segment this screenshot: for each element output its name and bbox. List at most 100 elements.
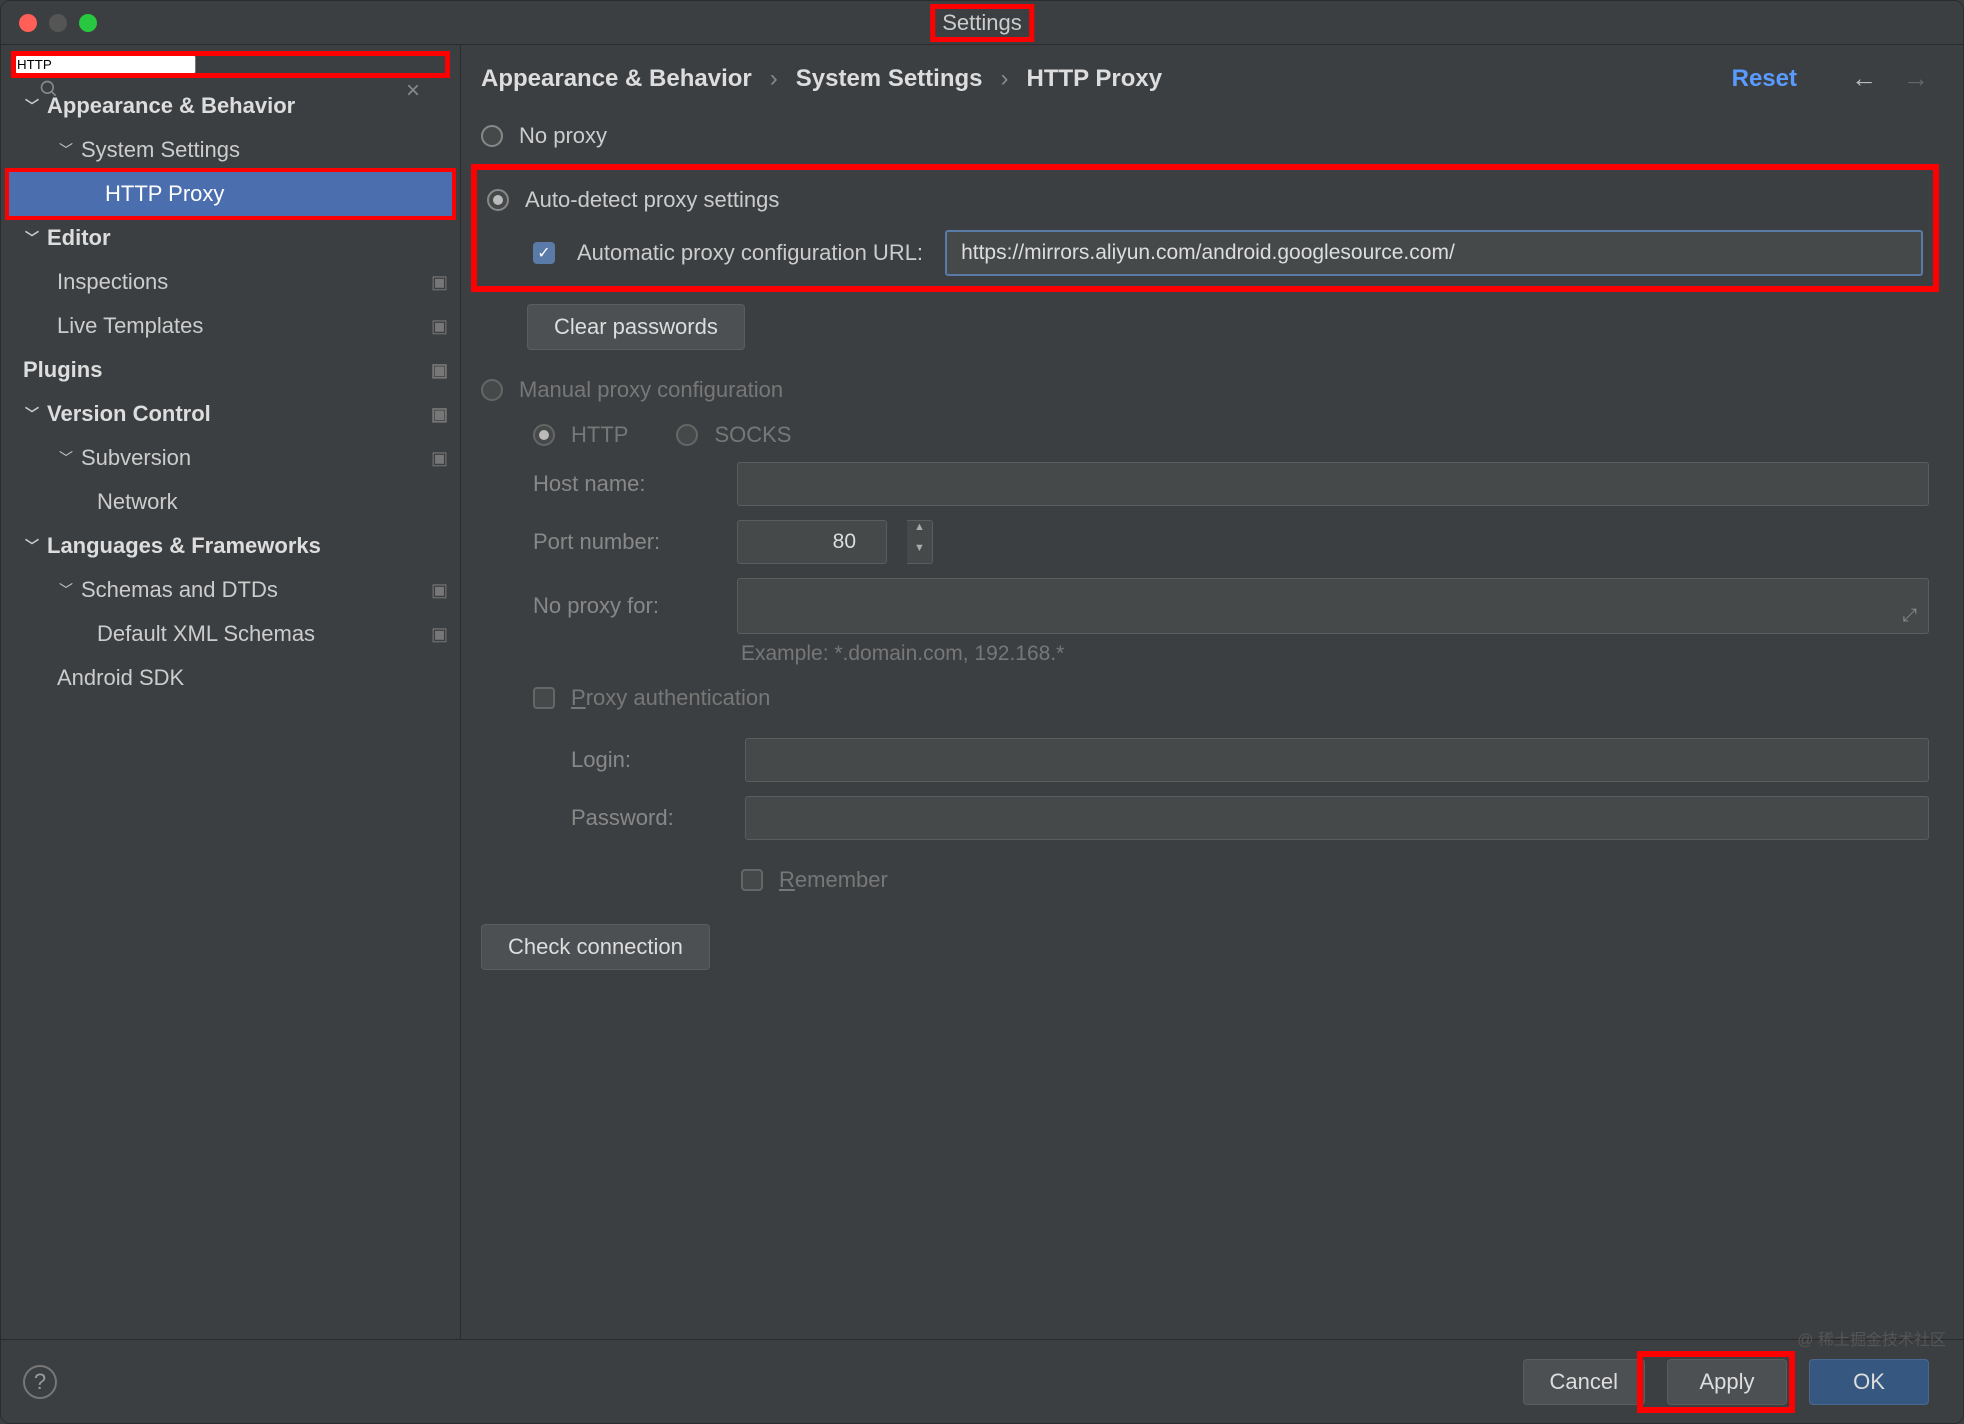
help-icon[interactable]: ? (23, 1365, 57, 1399)
sidebar-item-label: Android SDK (57, 665, 184, 691)
sidebar-item-label: Appearance & Behavior (47, 93, 295, 119)
sidebar-item-system-settings[interactable]: ﹀ System Settings (1, 128, 460, 172)
chevron-right-icon: › (770, 65, 778, 93)
password-label: Password: (571, 805, 721, 831)
reset-link[interactable]: Reset (1732, 65, 1797, 93)
sidebar-item-languages-frameworks[interactable]: ﹀ Languages & Frameworks (1, 524, 460, 568)
chevron-down-icon: ▼ (907, 542, 932, 563)
settings-main: Appearance & Behavior › System Settings … (461, 45, 1963, 1339)
close-window-icon[interactable] (19, 14, 37, 32)
breadcrumb: Appearance & Behavior › System Settings … (481, 65, 1162, 93)
sidebar-item-live-templates[interactable]: Live Templates ▣ (1, 304, 460, 348)
breadcrumb-b[interactable]: System Settings (796, 65, 983, 93)
chevron-down-icon: ﹀ (23, 404, 41, 424)
project-scope-icon: ▣ (431, 448, 448, 469)
project-scope-icon: ▣ (431, 272, 448, 293)
chevron-down-icon: ﹀ (57, 140, 75, 160)
sidebar-item-label: Schemas and DTDs (81, 577, 278, 603)
breadcrumb-a[interactable]: Appearance & Behavior (481, 65, 752, 93)
proxy-auth-option: Proxy authentication (533, 672, 1929, 724)
auto-url-label: Automatic proxy configuration URL: (577, 240, 923, 266)
radio-icon (533, 424, 555, 446)
radio-icon (481, 379, 503, 401)
auto-detect-option[interactable]: Auto-detect proxy settings (487, 174, 1923, 226)
manual-proxy-option[interactable]: Manual proxy configuration (481, 364, 1929, 416)
project-scope-icon: ▣ (431, 624, 448, 645)
sidebar-item-version-control[interactable]: ﹀Version Control▣ (1, 392, 460, 436)
project-scope-icon: ▣ (431, 316, 448, 337)
host-label: Host name: (533, 471, 713, 497)
zoom-window-icon[interactable] (79, 14, 97, 32)
sidebar-item-network[interactable]: Network (1, 480, 460, 524)
auto-detect-label: Auto-detect proxy settings (525, 187, 779, 213)
sidebar-item-label: Version Control (47, 401, 211, 427)
manual-proxy-label: Manual proxy configuration (519, 377, 783, 403)
proto-socks-option: SOCKS (676, 422, 791, 448)
nav-back-icon[interactable]: ← (1851, 63, 1877, 94)
proxy-protocol-group: HTTP SOCKS (533, 422, 1929, 448)
proto-socks-label: SOCKS (714, 422, 791, 448)
sidebar-item-appearance-behavior[interactable]: ﹀ Appearance & Behavior (1, 84, 460, 128)
breadcrumb-c: HTTP Proxy (1027, 65, 1163, 93)
sidebar-item-inspections[interactable]: Inspections ▣ (1, 260, 460, 304)
ok-button[interactable]: OK (1809, 1359, 1929, 1405)
sidebar-item-label: Default XML Schemas (97, 621, 315, 647)
sidebar-item-label: Inspections (57, 269, 168, 295)
auto-url-checkbox[interactable] (533, 242, 555, 264)
clear-passwords-button[interactable]: Clear passwords (527, 304, 745, 350)
apply-button[interactable]: Apply (1667, 1359, 1787, 1405)
sidebar-item-subversion[interactable]: ﹀Subversion▣ (1, 436, 460, 480)
project-scope-icon: ▣ (431, 580, 448, 601)
sidebar-item-default-xml-schemas[interactable]: Default XML Schemas ▣ (1, 612, 460, 656)
minimize-window-icon[interactable] (49, 14, 67, 32)
settings-tree: ﹀ Appearance & Behavior ﹀ System Settings HT… (1, 84, 460, 1339)
search-input[interactable] (15, 55, 196, 74)
auto-url-input[interactable] (945, 230, 1923, 276)
proto-http-label: HTTP (571, 422, 628, 448)
sidebar-item-label: Network (97, 489, 178, 515)
cancel-button[interactable]: Cancel (1523, 1359, 1645, 1405)
port-stepper: ▲▼ (907, 520, 933, 564)
window-title: Settings (934, 8, 1030, 38)
noproxy-example: Example: *.domain.com, 192.168.* (741, 642, 1929, 666)
proto-http-option: HTTP (533, 422, 628, 448)
project-scope-icon: ▣ (431, 360, 448, 381)
sidebar-item-label: HTTP Proxy (105, 181, 224, 207)
sidebar-item-label: Plugins (23, 357, 102, 383)
check-connection-button[interactable]: Check connection (481, 924, 710, 970)
sidebar-item-editor[interactable]: ﹀Editor (1, 216, 460, 260)
titlebar: Settings (1, 1, 1963, 45)
chevron-down-icon: ﹀ (23, 96, 41, 116)
nav-forward-icon: → (1903, 63, 1929, 94)
chevron-down-icon: ﹀ (57, 580, 75, 600)
remember-option: Remember (741, 854, 1929, 906)
chevron-right-icon: › (1001, 65, 1009, 93)
checkbox-icon (741, 869, 763, 891)
auto-detect-highlight: Auto-detect proxy settings Automatic pro… (471, 164, 1939, 292)
noproxy-input (737, 578, 1929, 634)
settings-window: Settings × ﹀Appearance & Behavior﹀System… (0, 0, 1964, 1424)
sidebar-item-schemas-and-dtds[interactable]: ﹀ Schemas and DTDs ▣ (1, 568, 460, 612)
sidebar-item-http-proxy[interactable]: HTTP Proxy (9, 172, 452, 216)
proxy-settings-panel: No proxy Auto-detect proxy settings Auto… (461, 110, 1963, 1339)
nav-arrows: ← → (1851, 63, 1929, 94)
chevron-down-icon: ﹀ (23, 228, 41, 248)
apply-highlight: Apply (1645, 1359, 1787, 1405)
proxy-auth-label: Proxy authentication (571, 685, 770, 711)
chevron-down-icon: ﹀ (57, 448, 75, 468)
radio-icon (676, 424, 698, 446)
settings-header: Appearance & Behavior › System Settings … (461, 45, 1963, 110)
chevron-down-icon: ﹀ (23, 536, 41, 556)
sidebar-item-label: System Settings (81, 137, 240, 163)
sidebar-item-android-sdk[interactable]: Android SDK (1, 656, 460, 700)
noproxy-label: No proxy for: (533, 593, 713, 619)
expand-icon: ⤢ (1903, 605, 1917, 626)
checkbox-icon (533, 687, 555, 709)
radio-icon (487, 189, 509, 211)
no-proxy-option[interactable]: No proxy (481, 110, 1929, 162)
sidebar-item-label: Languages & Frameworks (47, 533, 321, 559)
login-label: Login: (571, 747, 721, 773)
remember-label: Remember (779, 867, 888, 893)
sidebar-item-label: Live Templates (57, 313, 203, 339)
sidebar-item-plugins[interactable]: Plugins ▣ (1, 348, 460, 392)
